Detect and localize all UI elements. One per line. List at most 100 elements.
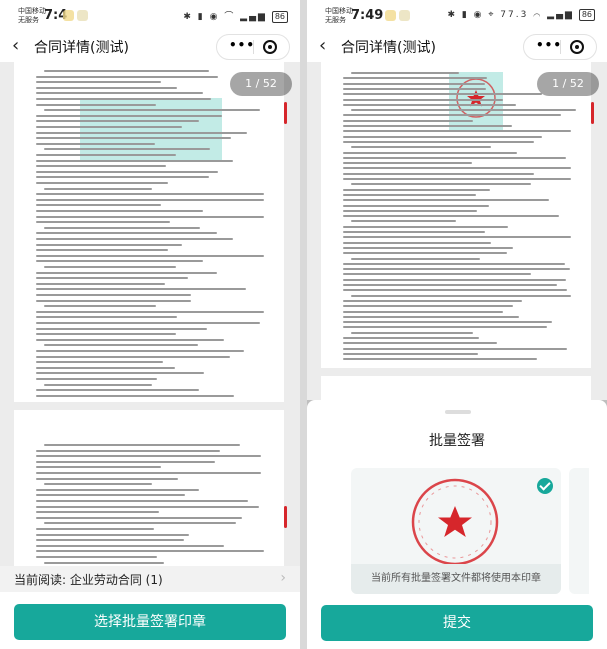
document-text-line — [343, 352, 478, 355]
submit-button[interactable]: 提交 — [321, 605, 593, 641]
document-text-line — [36, 455, 261, 458]
document-text-line — [36, 366, 175, 369]
sheet-drag-handle[interactable] — [445, 410, 471, 414]
document-text-line — [36, 154, 176, 156]
document-text-line — [36, 394, 234, 397]
current-reading-bar[interactable]: 当前阅读: 企业劳动合同 (1) › — [0, 566, 300, 592]
document-text-line — [343, 273, 531, 276]
document-text-line — [343, 140, 534, 143]
document-text-line — [343, 188, 490, 191]
document-text-line — [44, 522, 236, 525]
document-text-line — [36, 182, 168, 184]
document-text-line — [36, 210, 203, 212]
select-batch-seal-button[interactable]: 选择批量签署印章 — [14, 604, 286, 640]
document-text-line — [351, 72, 459, 74]
document-viewer[interactable]: 1 / 52 — [307, 62, 607, 400]
back-icon[interactable]: ‹ — [319, 36, 326, 56]
document-text-line — [351, 257, 480, 260]
document-text-line — [36, 505, 259, 508]
document-text-line — [36, 533, 189, 536]
status-icons: ✱ ▮ ◉ ⌒ ▂▄▆ 86 — [183, 9, 288, 23]
document-text-line — [36, 539, 184, 542]
document-text-line — [36, 466, 161, 469]
document-text-line — [36, 355, 230, 358]
document-text-line — [36, 528, 154, 530]
sheet-title: 批量签署 — [429, 433, 485, 449]
more-icon[interactable]: ••• — [536, 38, 562, 52]
battery-icon: 86 — [578, 9, 595, 21]
document-text-line — [36, 550, 264, 553]
document-page — [321, 62, 591, 368]
document-text-line — [36, 131, 247, 134]
document-text-line — [343, 209, 477, 212]
document-text-line — [343, 135, 542, 138]
document-text-line — [44, 483, 152, 486]
document-text-line — [36, 271, 217, 274]
document-text-line — [343, 236, 571, 239]
document-text-line — [343, 215, 559, 218]
seal-stamp-icon — [411, 478, 499, 566]
document-text-line — [343, 358, 537, 361]
document-text-line — [36, 75, 218, 78]
status-bar: 中国移动 无服务 7:49 ✱ ▮ ◉ ⌖ 77.3 ⌒ ▂▄▆ 86 — [307, 0, 607, 32]
document-text-line — [44, 305, 156, 308]
document-text-line — [36, 254, 264, 257]
document-text-line — [36, 238, 233, 240]
document-text-line — [343, 278, 566, 281]
document-text-line — [36, 500, 248, 502]
document-text-line — [36, 288, 246, 291]
page-counter: 1 / 52 — [537, 72, 599, 96]
batch-sign-sheet: 批量签署 当前所有批量签署文件都将使用本印章 提交 — [307, 400, 607, 649]
document-text-line — [351, 183, 531, 186]
document-text-line — [343, 305, 513, 308]
more-icon[interactable]: ••• — [229, 38, 255, 52]
document-text-line — [351, 331, 473, 334]
seal-option-card-next[interactable] — [569, 468, 589, 594]
document-text-line — [343, 193, 476, 196]
document-text-line — [44, 266, 176, 268]
document-text-line — [44, 226, 200, 229]
document-text-line — [343, 93, 542, 96]
document-page — [321, 376, 591, 400]
document-text-line — [44, 70, 209, 72]
document-text-line — [36, 372, 204, 375]
page-title: 合同详情(测试) — [34, 40, 129, 56]
carrier-label: 中国移动 无服务 — [325, 7, 353, 24]
selected-text-highlight — [80, 98, 222, 162]
document-text-line — [36, 260, 203, 263]
document-text-line — [343, 337, 479, 339]
document-text-line — [36, 277, 188, 280]
document-text-line — [36, 126, 182, 128]
document-text-line — [36, 449, 220, 452]
document-text-line — [343, 199, 549, 202]
document-text-line — [343, 252, 507, 255]
document-text-line — [343, 299, 522, 302]
document-text-line — [36, 477, 178, 480]
back-icon[interactable]: ‹ — [12, 36, 19, 56]
document-text-line — [343, 103, 516, 106]
document-text-line — [351, 220, 456, 223]
document-text-line — [351, 109, 576, 112]
document-text-line — [36, 316, 177, 319]
seal-option-card[interactable]: 当前所有批量签署文件都将使用本印章 — [351, 468, 561, 594]
document-text-line — [36, 243, 182, 246]
target-icon[interactable] — [570, 40, 584, 54]
target-icon[interactable] — [263, 40, 277, 54]
document-text-line — [343, 262, 565, 265]
document-text-line — [343, 98, 503, 101]
document-text-line — [343, 172, 534, 175]
seal-position-marker — [284, 102, 287, 124]
document-text-line — [343, 246, 513, 249]
notification-icon — [63, 10, 74, 21]
document-text-line — [36, 472, 261, 474]
document-viewer[interactable]: 1 / 52 — [0, 62, 300, 566]
document-text-line — [36, 389, 199, 392]
document-text-line — [343, 77, 487, 80]
document-text-line — [36, 338, 224, 341]
page-title: 合同详情(测试) — [341, 40, 436, 56]
mini-program-capsule: ••• — [216, 34, 290, 60]
document-text-line — [44, 344, 198, 347]
selected-check-icon — [537, 478, 553, 494]
document-text-line — [343, 178, 571, 180]
seal-position-marker — [284, 506, 287, 528]
